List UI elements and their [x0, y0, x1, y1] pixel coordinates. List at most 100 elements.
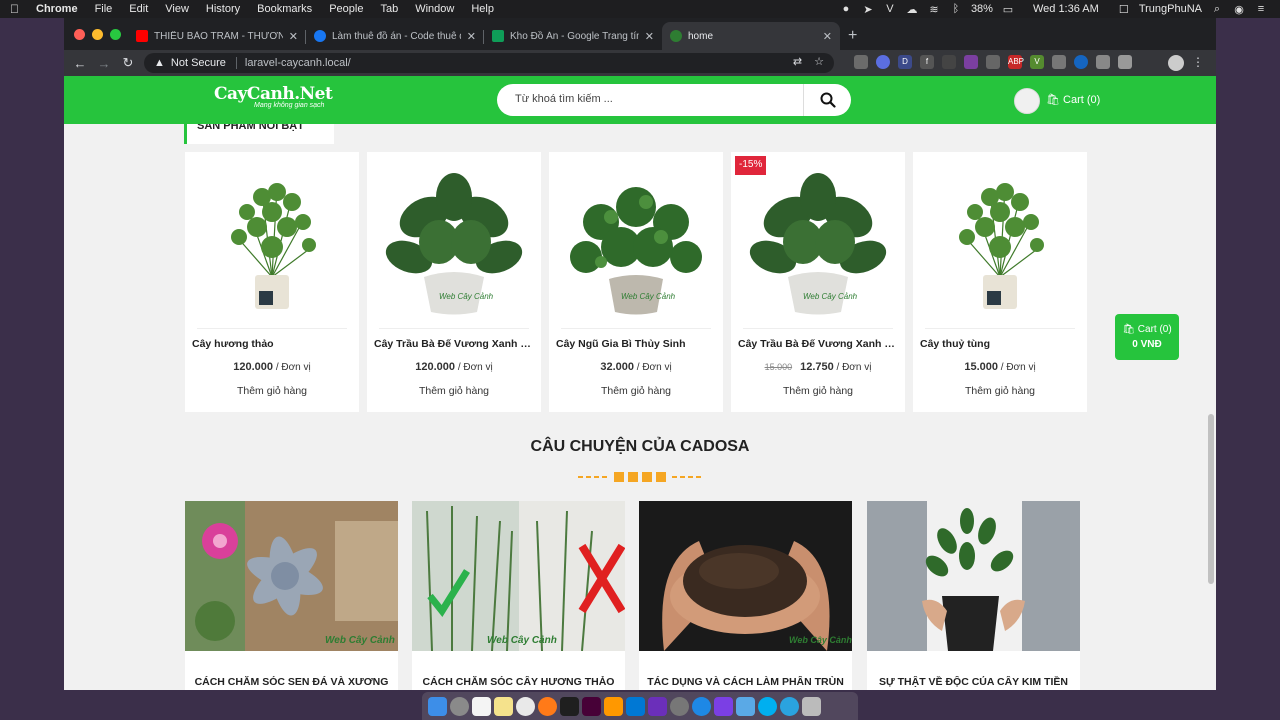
product-image[interactable]: Web Cây Cảnh	[743, 162, 893, 322]
story-card[interactable]: SỰ THẬT VỀ ĐỘC CỦA CÂY KIM TIỀN	[867, 501, 1080, 690]
product-image[interactable]: Web Cây Cảnh	[379, 162, 529, 322]
bookmark-star-icon[interactable]: ☆	[814, 55, 824, 68]
product-image[interactable]: Web Cây Cảnh	[561, 162, 711, 322]
story-caption[interactable]: CÁCH CHĂM SÓC CÂY HƯƠNG THẢO	[412, 676, 625, 688]
add-to-cart-button[interactable]: Thêm giỏ hàng	[549, 385, 723, 397]
cloud-icon[interactable]: ☁	[905, 3, 919, 16]
firefox-icon[interactable]	[538, 696, 557, 716]
product-name[interactable]: Cây thuỷ tùng	[920, 338, 1080, 350]
browser-tab-facebook[interactable]: Làm thuê đồ án - Code thuê đồ ✕	[306, 22, 484, 50]
telegram-icon[interactable]	[780, 696, 799, 716]
extension-circle-icon[interactable]	[876, 55, 890, 69]
adblock-icon[interactable]: ABP	[1008, 55, 1024, 69]
visual-studio-icon[interactable]	[714, 696, 733, 716]
search-icon[interactable]: ⌕	[1210, 3, 1224, 16]
add-to-cart-button[interactable]: Thêm giỏ hàng	[913, 385, 1087, 397]
zoom-window-button[interactable]	[110, 29, 121, 40]
header-cart-link[interactable]: 🛍︎ Cart (0)	[1046, 93, 1100, 106]
story-caption[interactable]: TÁC DỤNG VÀ CÁCH LÀM PHÂN TRÙN	[639, 676, 852, 688]
product-card[interactable]: Cây hương thảo 120.000 / Đơn vị Thêm giỏ…	[185, 152, 359, 412]
tableplus-icon[interactable]	[736, 696, 755, 716]
telegram-icon[interactable]: ➤	[861, 3, 875, 16]
floating-cart-button[interactable]: 🛍︎ Cart (0) 0 VNĐ	[1115, 314, 1179, 360]
product-name[interactable]: Cây Trầu Bà Đế Vương Xanh thủ...	[374, 338, 534, 350]
product-card[interactable]: Web Cây Cảnh Cây Trầu Bà Đế Vương Xanh t…	[367, 152, 541, 412]
product-name[interactable]: Cây Trầu Bà Đế Vương Xanh thủ...	[738, 338, 898, 350]
product-name[interactable]: Cây hương thảo	[192, 338, 352, 350]
address-bar[interactable]: ▲ Not Secure laravel-caycanh.local/ ⇄ ☆	[144, 53, 834, 73]
product-card[interactable]: Web Cây Cảnh Cây Ngũ Gia Bì Thủy Sinh 32…	[549, 152, 723, 412]
trash-icon[interactable]	[802, 696, 821, 716]
clock[interactable]: Wed 1:36 AM	[1033, 3, 1099, 15]
sublime-icon[interactable]	[604, 696, 623, 716]
calendar-icon[interactable]	[472, 696, 491, 716]
add-to-cart-button[interactable]: Thêm giỏ hàng	[367, 385, 541, 397]
story-caption[interactable]: SỰ THẬT VỀ ĐỘC CỦA CÂY KIM TIỀN	[867, 676, 1080, 688]
battery-icon[interactable]: ▭	[1001, 3, 1015, 16]
siri-icon[interactable]: ◉	[1232, 3, 1246, 16]
close-icon[interactable]: ✕	[823, 30, 832, 43]
add-to-cart-button[interactable]: Thêm giỏ hàng	[731, 385, 905, 397]
story-caption[interactable]: CÁCH CHĂM SÓC SEN ĐÁ VÀ XƯƠNG	[185, 676, 398, 688]
user-avatar[interactable]	[1014, 88, 1040, 114]
chrome-icon[interactable]	[516, 696, 535, 716]
product-image[interactable]	[925, 162, 1075, 322]
profile-avatar[interactable]	[1168, 55, 1184, 71]
battery-percent[interactable]: 38%	[971, 3, 993, 15]
extension-fx-icon[interactable]: f	[920, 55, 934, 69]
product-name[interactable]: Cây Ngũ Gia Bì Thủy Sinh	[556, 338, 716, 350]
vscode-icon[interactable]	[626, 696, 645, 716]
launchpad-icon[interactable]	[450, 696, 469, 716]
reading-list-icon[interactable]	[1118, 55, 1132, 69]
menu-file[interactable]: File	[95, 3, 113, 15]
extension-eye-icon[interactable]	[1052, 55, 1066, 69]
reload-icon[interactable]: ↻	[116, 55, 140, 71]
close-window-button[interactable]	[74, 29, 85, 40]
story-card[interactable]: Web Cây Cảnh CÁCH CHĂM SÓC CÂY HƯƠNG THẢ…	[412, 501, 625, 690]
page-scrollbar[interactable]	[1206, 124, 1216, 690]
apple-icon[interactable]: 	[10, 2, 24, 16]
skype-icon[interactable]	[758, 696, 777, 716]
control-center-icon[interactable]: ≡	[1254, 3, 1268, 15]
terminal-icon[interactable]	[560, 696, 579, 716]
site-logo[interactable]: CayCanh.Net Mang không gian sạch	[214, 84, 333, 109]
url-text[interactable]: laravel-caycanh.local/	[245, 57, 351, 69]
menu-edit[interactable]: Edit	[129, 3, 148, 15]
warning-icon[interactable]: ▲	[154, 57, 165, 69]
new-tab-button[interactable]: +	[848, 22, 857, 50]
user-name[interactable]: TrungPhuNA	[1139, 3, 1202, 15]
menu-tab[interactable]: Tab	[380, 3, 398, 15]
extension-puzzle-icon[interactable]	[942, 55, 956, 69]
security-label[interactable]: Not Secure	[171, 57, 226, 69]
wifi-icon[interactable]: ≋	[927, 3, 941, 16]
product-image[interactable]	[197, 162, 347, 322]
close-icon[interactable]: ✕	[289, 30, 298, 43]
forward-icon[interactable]: →	[92, 56, 116, 71]
extensions-puzzle-icon[interactable]	[1096, 55, 1110, 69]
scrollbar-thumb[interactable]	[1208, 414, 1214, 584]
more-menu-icon[interactable]: ⋮	[1192, 55, 1204, 69]
extension-v-icon[interactable]: V	[1030, 55, 1044, 69]
camera-icon[interactable]	[986, 55, 1000, 69]
search-input[interactable]	[515, 93, 785, 105]
product-card[interactable]: Cây thuỷ tùng 15.000 / Đơn vị Thêm giỏ h…	[913, 152, 1087, 412]
notes-icon[interactable]	[494, 696, 513, 716]
browser-tab-youtube[interactable]: THIẾU BẢO TRÂM - THƯƠNG ✕	[128, 22, 306, 50]
circle-icon[interactable]: ●	[839, 3, 853, 15]
user-icon[interactable]: ☐	[1117, 3, 1131, 16]
finder-icon[interactable]	[428, 696, 447, 716]
menu-app-chrome[interactable]: Chrome	[36, 3, 78, 15]
menu-people[interactable]: People	[329, 3, 363, 15]
v-icon[interactable]: V	[883, 3, 897, 15]
product-card[interactable]: -15% Web Cây Cảnh Cây Trầu Bà Đế Vương X…	[731, 152, 905, 412]
story-image[interactable]: Web Cây Cảnh	[639, 501, 852, 651]
menu-view[interactable]: View	[165, 3, 189, 15]
close-icon[interactable]: ✕	[645, 30, 654, 43]
menu-bookmarks[interactable]: Bookmarks	[257, 3, 312, 15]
browser-tab-home[interactable]: home ✕	[662, 22, 840, 50]
adobe-xd-icon[interactable]	[582, 696, 601, 716]
extension-badge-icon[interactable]	[964, 55, 978, 69]
story-card[interactable]: Web Cây Cảnh CÁCH CHĂM SÓC SEN ĐÁ VÀ XƯƠ…	[185, 501, 398, 690]
messenger-icon[interactable]	[692, 696, 711, 716]
browser-tab-sheets[interactable]: Kho Đồ Án - Google Trang tính ✕	[484, 22, 662, 50]
